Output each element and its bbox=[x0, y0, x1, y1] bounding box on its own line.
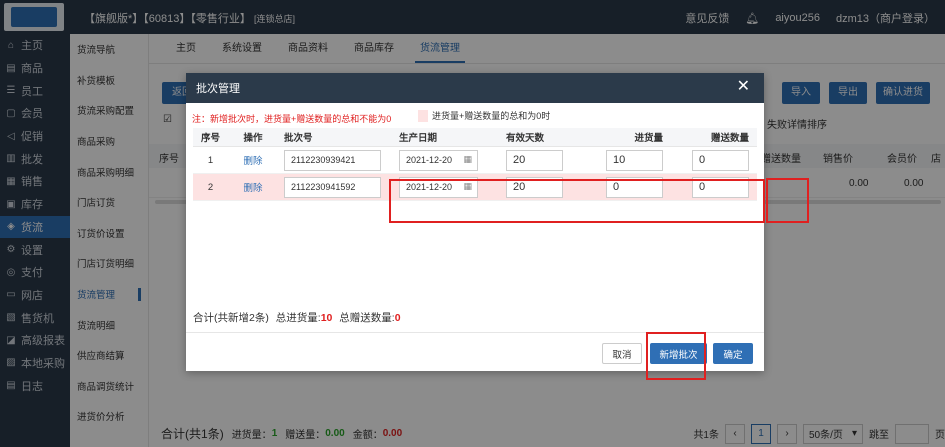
legend-swatch bbox=[418, 109, 428, 122]
annotation-box-row bbox=[389, 179, 765, 223]
row-seq: 1 bbox=[207, 154, 214, 166]
batch-summary: 合计(共新增2条) 总进货量:10 总赠送数量:0 bbox=[193, 310, 401, 325]
confirm-button[interactable]: 确定 bbox=[713, 343, 753, 364]
days-input[interactable]: 20 bbox=[506, 149, 563, 171]
batch-input[interactable]: 2112230941592 bbox=[284, 176, 381, 198]
summary-prefix: 合计(共新增2条) bbox=[193, 312, 269, 324]
date-value: 2021-12-20 bbox=[406, 155, 453, 165]
dialog-title: 批次管理 bbox=[196, 83, 240, 95]
annotation-box-row-extra bbox=[766, 178, 809, 223]
summary-stock-value: 10 bbox=[320, 312, 333, 324]
dialog-header: 批次管理 ✕ bbox=[186, 73, 764, 103]
legend: 进货量+赠送数量的总和为0时 bbox=[418, 109, 550, 122]
close-icon[interactable]: ✕ bbox=[737, 79, 750, 95]
summary-gift-value: 0 bbox=[394, 312, 401, 324]
batch-input[interactable]: 2112230939421 bbox=[284, 149, 381, 171]
col-qty: 进货量 bbox=[634, 133, 663, 144]
col-action: 操作 bbox=[243, 133, 263, 144]
row-seq: 2 bbox=[207, 181, 214, 193]
col-date: 生产日期 bbox=[399, 133, 438, 144]
legend-text: 进货量+赠送数量的总和为0时 bbox=[432, 111, 551, 121]
col-days: 有效天数 bbox=[506, 133, 545, 144]
table-row: 1 删除 2112230939421 2021-12-20 ▦ 20 10 0 bbox=[193, 147, 757, 174]
gift-input[interactable]: 0 bbox=[692, 149, 749, 171]
notice-text: 注：新增批次时，进货量+赠送数量的总和不能为0 bbox=[192, 114, 392, 124]
cancel-button[interactable]: 取消 bbox=[602, 343, 642, 364]
calendar-icon: ▦ bbox=[463, 153, 472, 164]
col-batch: 批次号 bbox=[284, 133, 313, 144]
delete-link[interactable]: 删除 bbox=[243, 156, 262, 167]
qty-input[interactable]: 10 bbox=[606, 149, 663, 171]
col-gift: 赠送数量 bbox=[710, 133, 749, 144]
table-header: 序号 操作 批次号 生产日期 有效天数 进货量 赠送数量 bbox=[193, 128, 757, 147]
col-seq: 序号 bbox=[200, 133, 220, 144]
summary-stock-label: 总进货量: bbox=[275, 312, 321, 324]
date-picker[interactable]: 2021-12-20 ▦ bbox=[399, 149, 478, 171]
delete-link[interactable]: 删除 bbox=[243, 183, 262, 194]
summary-gift-label: 总赠送数量: bbox=[339, 312, 395, 324]
annotation-box-add bbox=[646, 332, 706, 380]
